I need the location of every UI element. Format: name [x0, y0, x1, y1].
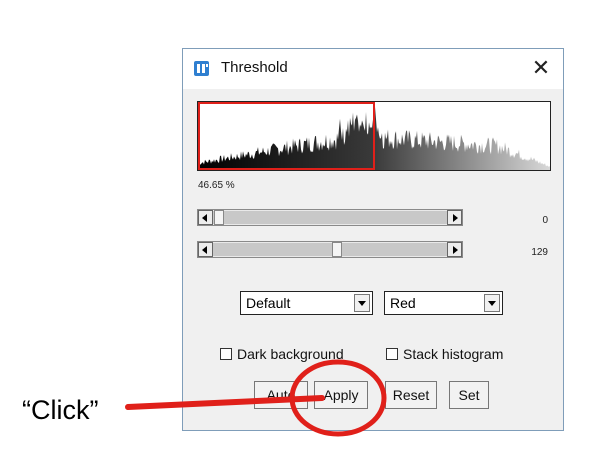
slider-right-arrow[interactable] [447, 210, 462, 225]
dark-background-label: Dark background [237, 346, 344, 362]
threshold-percentage: 46.65 % [198, 180, 235, 191]
apply-button[interactable]: Apply [314, 381, 368, 409]
title-bar[interactable]: Threshold ✕ [183, 49, 563, 89]
threshold-histogram [197, 101, 551, 171]
chevron-down-icon[interactable] [354, 294, 370, 312]
slider-track[interactable] [213, 243, 448, 256]
chevron-down-icon[interactable] [484, 294, 500, 312]
upper-threshold-value: 129 [531, 247, 548, 258]
display-mode-select[interactable]: Red [384, 291, 503, 315]
stack-histogram-option[interactable]: Stack histogram [386, 345, 503, 363]
threshold-method-select[interactable]: Default [240, 291, 373, 315]
stack-histogram-label: Stack histogram [403, 346, 504, 362]
slider-thumb[interactable] [332, 242, 342, 257]
lower-threshold-slider[interactable] [197, 209, 463, 226]
slider-track[interactable] [213, 211, 448, 224]
auto-button[interactable]: Auto [254, 381, 308, 409]
slider-left-arrow[interactable] [198, 210, 213, 225]
slider-thumb[interactable] [214, 210, 224, 225]
lower-threshold-value: 0 [542, 215, 548, 226]
slider-left-arrow[interactable] [198, 242, 213, 257]
window-title: Threshold [221, 59, 288, 76]
upper-threshold-slider[interactable] [197, 241, 463, 258]
threshold-method-value: Default [246, 295, 291, 311]
stack-histogram-checkbox[interactable] [386, 348, 398, 360]
set-button[interactable]: Set [449, 381, 489, 409]
dark-background-checkbox[interactable] [220, 348, 232, 360]
threshold-dialog: Threshold ✕ 46.65 % 0 129 Default Red Da… [182, 48, 564, 431]
display-mode-value: Red [390, 295, 416, 311]
close-button[interactable]: ✕ [529, 55, 553, 81]
histogram-plot [198, 102, 550, 170]
click-annotation-label: “Click” [22, 395, 99, 425]
reset-button[interactable]: Reset [385, 381, 437, 409]
slider-right-arrow[interactable] [447, 242, 462, 257]
imagej-icon [194, 61, 209, 76]
dark-background-option[interactable]: Dark background [220, 345, 344, 363]
